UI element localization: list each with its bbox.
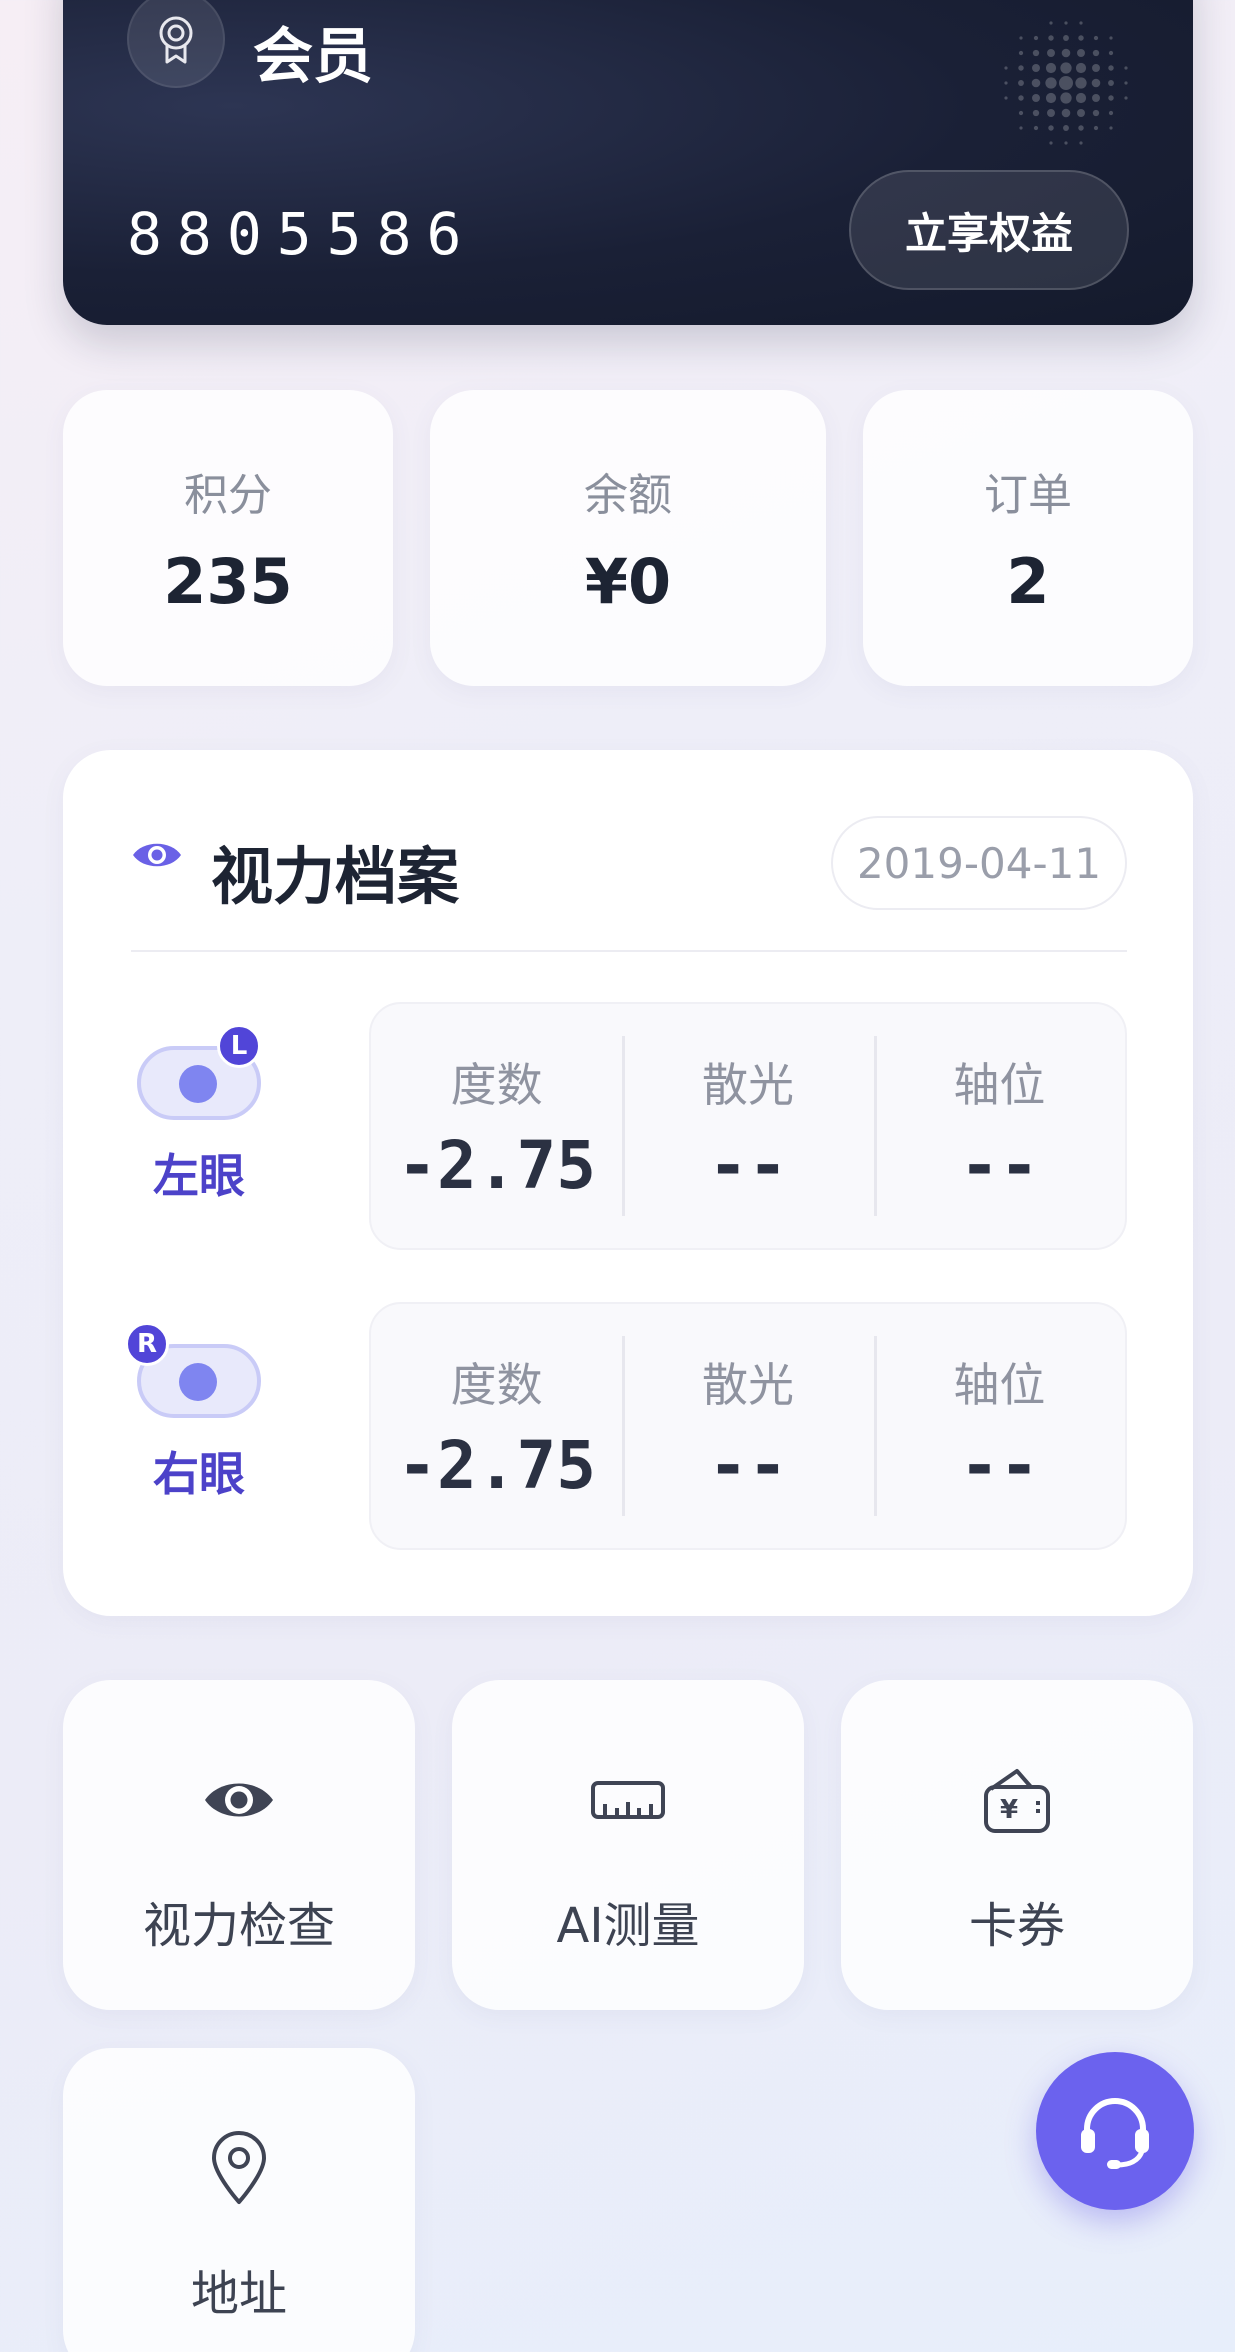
metric-axis: 轴位 --: [873, 1304, 1125, 1548]
wallet-icon: ¥: [984, 1769, 1050, 1833]
metric-label: 轴位: [953, 1057, 1046, 1112]
left-eye-tag: L: [217, 1024, 261, 1068]
action-label: AI测量: [556, 1898, 700, 1954]
vision-record-card[interactable]: 视力档案 2019-04-11 L 左眼 度数 -2.75 散光 -- 轴位 -…: [63, 750, 1193, 1616]
right-eye-label: 右眼: [153, 1447, 245, 1501]
metric-astigmatism: 散光 --: [622, 1004, 873, 1248]
left-eye-label: 左眼: [153, 1149, 245, 1203]
metric-value: --: [708, 1126, 788, 1204]
stat-points[interactable]: 积分 235: [63, 390, 393, 686]
stat-balance[interactable]: 余额 ¥0: [430, 390, 826, 686]
action-coupons[interactable]: ¥ 卡券: [841, 1680, 1193, 2010]
member-badge: [127, 0, 225, 88]
divider: [131, 950, 1127, 952]
vision-title: 视力档案: [211, 840, 460, 913]
stat-label: 余额: [584, 469, 672, 521]
medal-icon: [159, 16, 193, 64]
stat-orders[interactable]: 订单 2: [863, 390, 1193, 686]
customer-service-button[interactable]: [1036, 2052, 1194, 2210]
metric-value: -2.75: [397, 1126, 596, 1204]
toggle-knob: [179, 1363, 217, 1401]
stat-value: ¥0: [584, 544, 672, 618]
stat-label: 积分: [184, 469, 272, 521]
toggle-knob: [179, 1065, 217, 1103]
metric-value: -2.75: [397, 1426, 596, 1504]
eye-icon: [133, 843, 181, 867]
metric-value: --: [959, 1426, 1040, 1504]
left-eye-row: L 左眼 度数 -2.75 散光 -- 轴位 --: [131, 1002, 1127, 1250]
decorative-dots-icon: [1004, 21, 1128, 145]
metric-axis: 轴位 --: [873, 1004, 1125, 1248]
action-label: 卡券: [968, 1898, 1065, 1954]
member-card[interactable]: 会员 8805586 立享权益: [63, 0, 1193, 325]
metric-power: 度数 -2.75: [371, 1304, 622, 1548]
location-pin-icon: [212, 2131, 266, 2204]
action-vision-test[interactable]: 视力检查: [63, 1680, 415, 2010]
member-number: 8805586: [127, 200, 477, 268]
claim-benefits-button[interactable]: 立享权益: [849, 170, 1129, 290]
vision-date-badge: 2019-04-11: [831, 816, 1127, 910]
member-title: 会员: [253, 22, 373, 92]
action-ai-measure[interactable]: AI测量: [452, 1680, 804, 2010]
metric-power: 度数 -2.75: [371, 1004, 622, 1248]
eye-icon: [205, 1783, 273, 1817]
action-label: 视力检查: [142, 1898, 335, 1954]
metric-label: 散光: [701, 1057, 794, 1112]
stat-label: 订单: [984, 469, 1072, 521]
metric-label: 度数: [450, 1357, 543, 1412]
metric-label: 散光: [701, 1357, 794, 1412]
right-eye-metrics: 度数 -2.75 散光 -- 轴位 --: [369, 1302, 1127, 1550]
metric-value: --: [959, 1126, 1040, 1204]
stat-value: 235: [163, 544, 293, 618]
action-address[interactable]: 地址: [63, 2048, 415, 2352]
stat-value: 2: [1006, 544, 1050, 618]
metric-label: 轴位: [953, 1357, 1046, 1412]
action-label: 地址: [190, 2266, 287, 2322]
left-eye-metrics: 度数 -2.75 散光 -- 轴位 --: [369, 1002, 1127, 1250]
ruler-icon: [591, 1781, 665, 1819]
right-eye-tag: R: [125, 1322, 169, 1366]
metric-value: --: [708, 1426, 788, 1504]
metric-label: 度数: [450, 1057, 543, 1112]
headset-icon: [1081, 2098, 1149, 2169]
right-eye-row: R 右眼 度数 -2.75 散光 -- 轴位 --: [125, 1302, 1127, 1550]
svg-text:¥: ¥: [1000, 1795, 1018, 1825]
metric-astigmatism: 散光 --: [622, 1304, 873, 1548]
